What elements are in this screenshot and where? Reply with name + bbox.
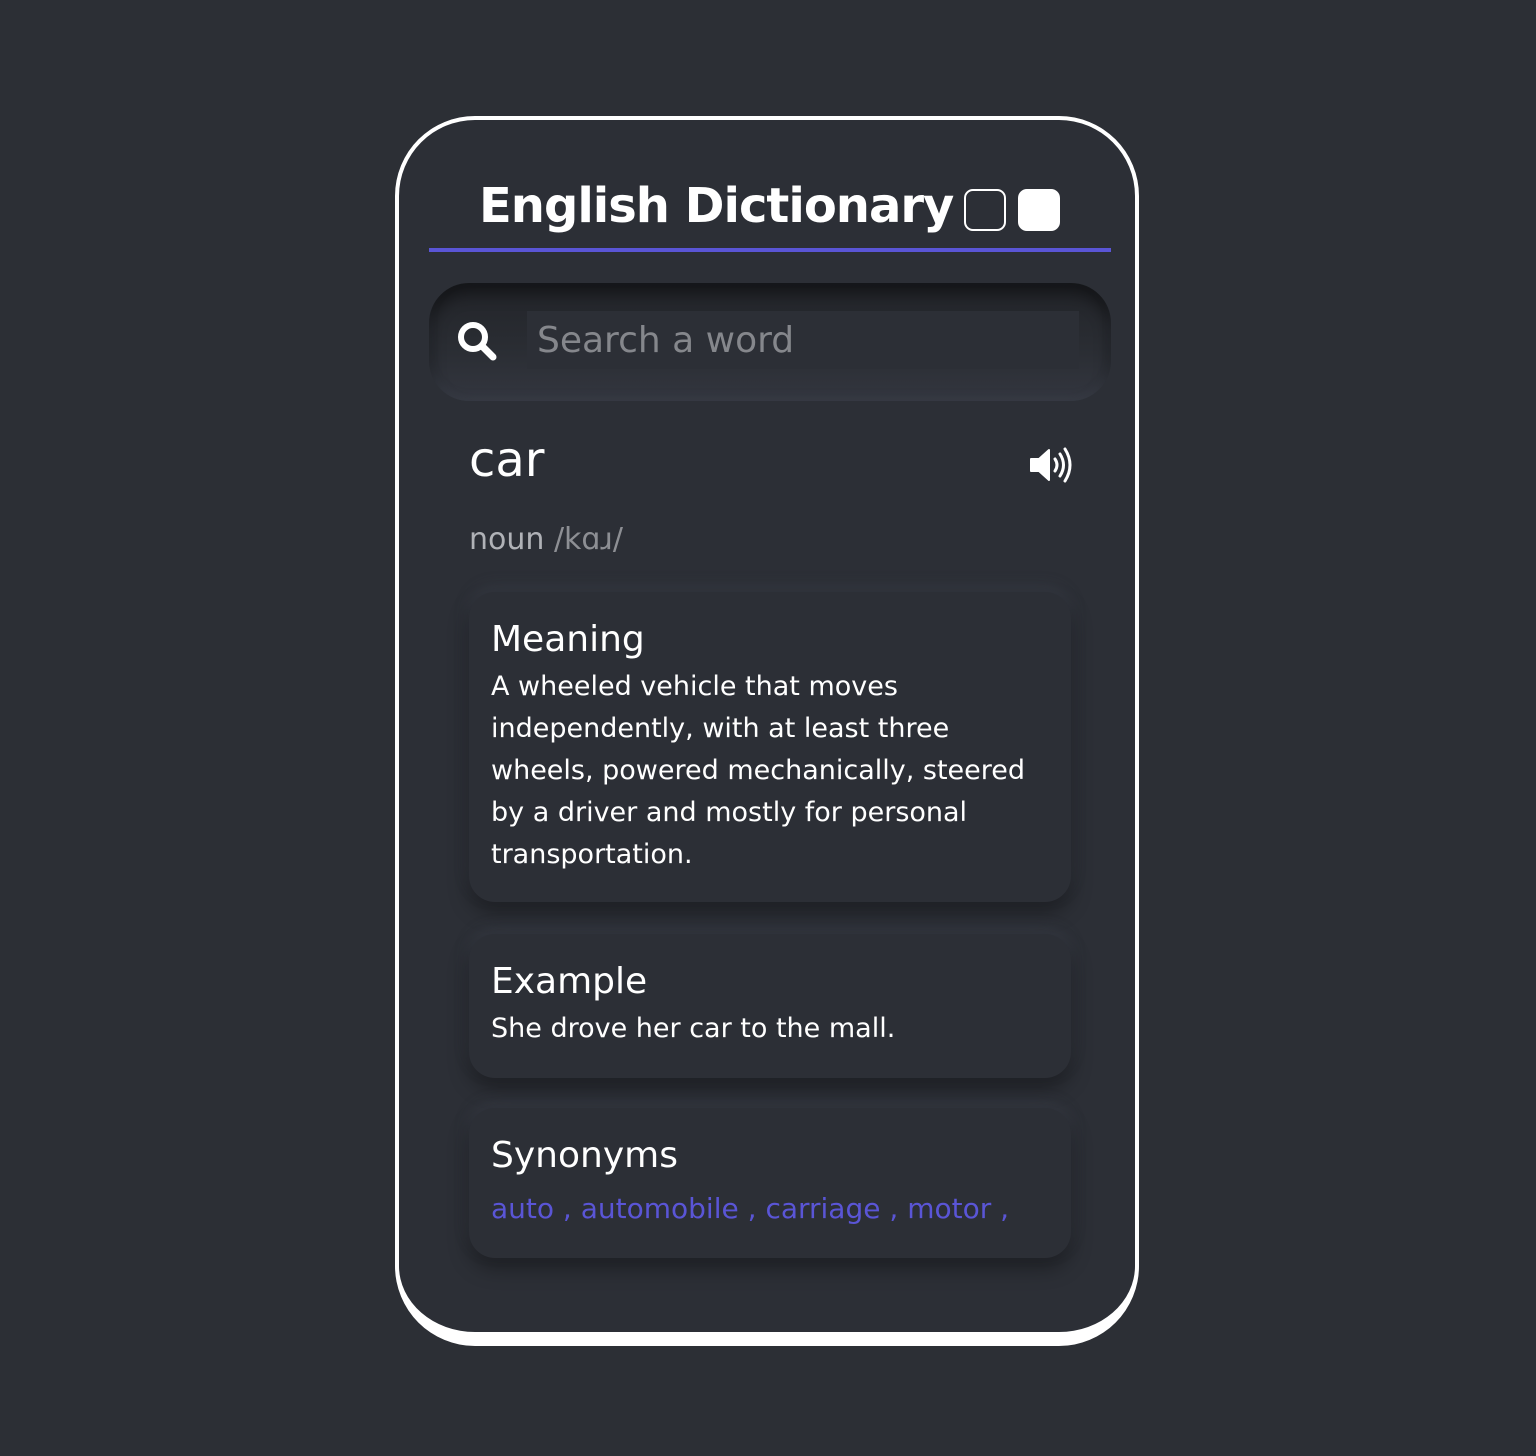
- synonym-separator: ,: [1000, 1192, 1010, 1225]
- synonym-link[interactable]: auto: [491, 1192, 554, 1225]
- dark-theme-toggle[interactable]: [964, 189, 1006, 231]
- example-section: Example She drove her car to the mall.: [469, 934, 1071, 1078]
- app-title: English Dictionary: [479, 178, 954, 234]
- word-details: noun /kɑɹ/: [469, 522, 623, 557]
- synonyms-list: auto , automobile , carriage , motor ,: [491, 1192, 1049, 1225]
- speaker-icon[interactable]: [1029, 445, 1075, 485]
- synonym-separator: ,: [747, 1192, 757, 1225]
- search-icon[interactable]: [455, 319, 501, 365]
- synonym-link[interactable]: automobile: [581, 1192, 739, 1225]
- meaning-section: Meaning A wheeled vehicle that moves ind…: [469, 592, 1071, 902]
- meaning-text: A wheeled vehicle that moves independent…: [491, 671, 1026, 870]
- phonetic: /kɑɹ/: [553, 522, 624, 557]
- synonyms-section: Synonyms auto , automobile , carriage , …: [469, 1108, 1071, 1258]
- synonym-link[interactable]: carriage: [765, 1192, 880, 1225]
- synonym-separator: ,: [562, 1192, 572, 1225]
- example-text: She drove her car to the mall.: [491, 1013, 896, 1044]
- synonym-separator: ,: [889, 1192, 899, 1225]
- part-of-speech: noun: [469, 522, 545, 557]
- search-input[interactable]: [527, 311, 1079, 369]
- synonym-link[interactable]: motor: [907, 1192, 991, 1225]
- example-heading: Example: [491, 961, 648, 1002]
- search-box: [429, 283, 1111, 401]
- title-underline: [429, 248, 1111, 252]
- dictionary-card: English Dictionary car noun /kɑɹ/ Meanin…: [395, 116, 1139, 1346]
- synonyms-heading: Synonyms: [491, 1135, 678, 1176]
- meaning-heading: Meaning: [491, 619, 645, 660]
- light-theme-toggle[interactable]: [1018, 189, 1060, 231]
- word-heading: car: [469, 432, 545, 488]
